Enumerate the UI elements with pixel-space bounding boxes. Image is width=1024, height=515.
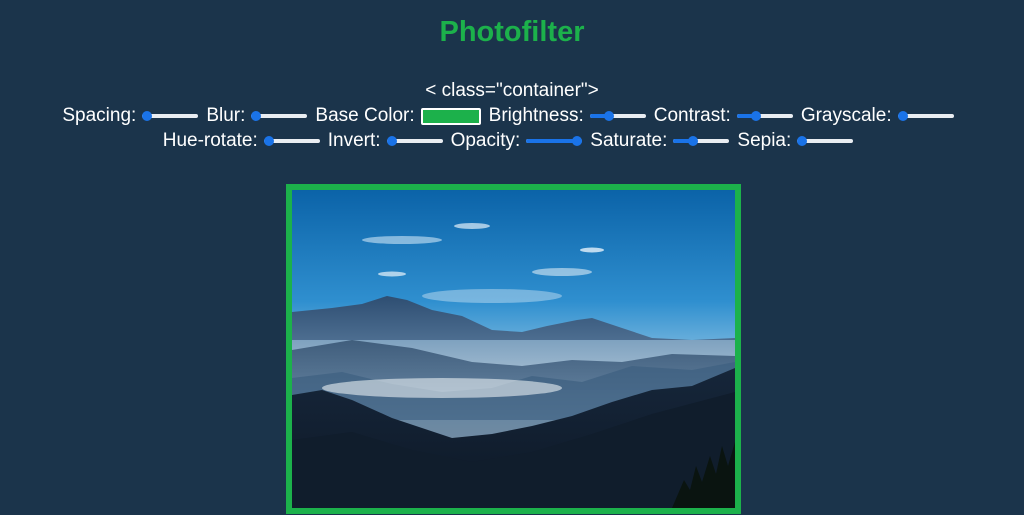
invert-label: Invert: — [327, 130, 381, 151]
base-color-control: Base Color: — [315, 105, 488, 127]
hue-rotate-label: Hue-rotate: — [162, 130, 258, 151]
spacing-slider[interactable] — [142, 110, 199, 122]
sepia-slider[interactable] — [797, 135, 854, 147]
contrast-control: Contrast: — [654, 105, 801, 127]
container-text: < class="container"> — [425, 80, 599, 101]
hue-rotate-control: Hue-rotate: — [163, 130, 328, 152]
saturate-label: Saturate: — [590, 130, 668, 151]
saturate-control: Saturate: — [590, 130, 737, 152]
mountain-landscape-image — [292, 190, 735, 508]
saturate-slider[interactable] — [673, 135, 730, 147]
filtered-photo — [286, 184, 741, 514]
blur-slider[interactable] — [251, 110, 308, 122]
sepia-control: Sepia: — [737, 130, 861, 152]
spacing-label: Spacing: — [62, 105, 137, 126]
brightness-control: Brightness: — [489, 105, 654, 127]
grayscale-slider[interactable] — [897, 110, 954, 122]
base-color-label: Base Color: — [315, 105, 415, 126]
contrast-label: Contrast: — [653, 105, 731, 126]
blur-control: Blur: — [206, 105, 315, 127]
opacity-label: Opacity: — [450, 130, 521, 151]
grayscale-label: Grayscale: — [800, 105, 892, 126]
spacing-control: Spacing: — [62, 105, 206, 127]
filter-controls-row-1: Spacing: Blur: Base Color: Brightness: C… — [0, 105, 1024, 127]
invert-slider[interactable] — [386, 135, 443, 147]
blur-label: Blur: — [206, 105, 246, 126]
opacity-slider[interactable] — [526, 135, 583, 147]
invert-control: Invert: — [328, 130, 451, 152]
brightness-label: Brightness: — [488, 105, 584, 126]
base-color-picker[interactable] — [420, 107, 481, 125]
page-title: Photofilter — [439, 16, 585, 48]
hue-rotate-slider[interactable] — [263, 135, 320, 147]
filter-controls-row-2: Hue-rotate: Invert: Opacity: Saturate: S… — [0, 130, 1024, 152]
grayscale-control: Grayscale: — [801, 105, 962, 127]
contrast-slider[interactable] — [736, 110, 793, 122]
opacity-control: Opacity: — [451, 130, 591, 152]
sepia-label: Sepia: — [737, 130, 792, 151]
brightness-slider[interactable] — [589, 110, 646, 122]
